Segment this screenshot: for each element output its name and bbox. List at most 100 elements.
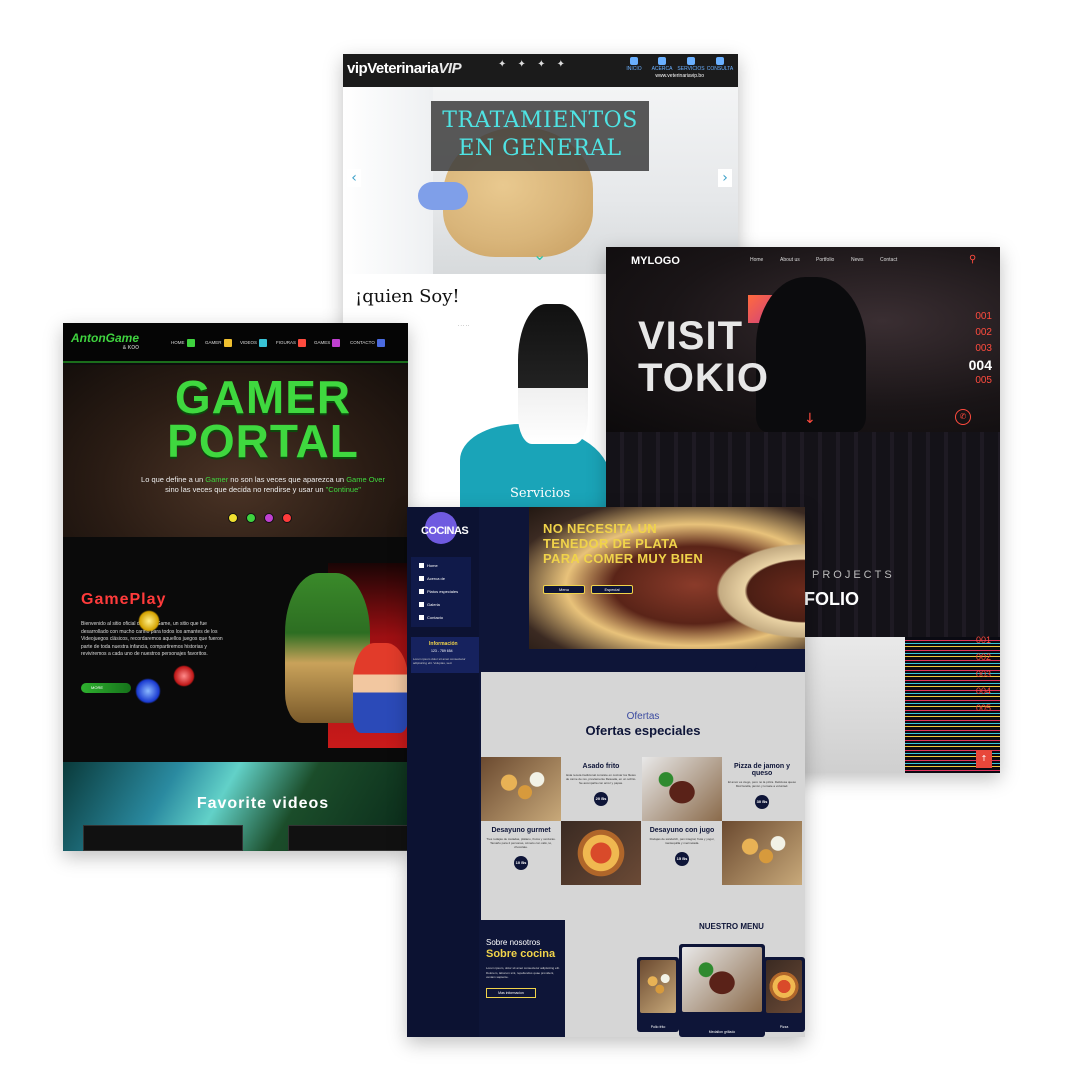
tokio-logo[interactable]: MYLOGO	[631, 255, 680, 267]
carousel-next-icon[interactable]: ›	[718, 169, 732, 187]
whatsapp-icon[interactable]: ✆	[955, 409, 971, 425]
dish-desc: Rodajas de sándwich, pan integral, fruta…	[649, 837, 715, 845]
gamer-nav-videos[interactable]: VIDEOS	[240, 339, 268, 347]
gamer-nav-games[interactable]: GAMES	[314, 339, 341, 347]
scroll-top-icon[interactable]: ↑	[976, 750, 992, 768]
chevron-down-icon[interactable]: ⌄	[533, 245, 546, 264]
hero-line: TENEDOR DE PLATA	[543, 536, 679, 551]
dish-card[interactable]: Desayuno con jugo Rodajas de sándwich, p…	[642, 821, 722, 885]
tokio-hero-title: VISIT TOKIO	[638, 315, 769, 399]
side-item-contacto[interactable]: Contacto	[419, 615, 443, 621]
offers-subtitle: Ofertas	[626, 711, 660, 722]
video-thumbnail[interactable]	[83, 825, 243, 851]
glove-image	[418, 182, 468, 210]
dish-price: 30 Bs	[755, 795, 769, 809]
gamer-title-line1: GAMER	[174, 371, 352, 423]
side-item-home[interactable]: Home	[419, 563, 438, 569]
cocinas-side-menu: Home Acerca de Platos especiales Galeria…	[411, 557, 471, 627]
menu-card-featured[interactable]: Medallon grillado	[679, 944, 765, 1037]
slide-number[interactable]: 001	[976, 632, 991, 649]
gamer-title-line2: PORTAL	[167, 415, 359, 467]
more-info-button[interactable]: Mas informacion	[486, 987, 536, 998]
gamer-navbar: AntonGame & KOO HOME GAMER VIDEOS FIGURAS…	[63, 323, 408, 363]
vet-nav-consulta[interactable]: CONSULTA	[706, 57, 734, 72]
arrow-down-icon[interactable]: ↓	[804, 411, 816, 427]
slide-number[interactable]: 002	[976, 649, 991, 666]
tokio-nav-home[interactable]: Home	[750, 257, 763, 263]
user-icon	[419, 576, 424, 582]
carousel-prev-icon[interactable]: ‹	[347, 169, 361, 187]
special-button[interactable]: Especial	[591, 585, 633, 594]
tokio-slide-indicator-2: 001 002 003 004 005	[976, 632, 991, 717]
side-item-platos[interactable]: Platos especiales	[419, 589, 458, 595]
tokio-nav-about[interactable]: About us	[780, 257, 800, 263]
dish-name: Asado frito	[582, 763, 620, 770]
vet-nav-acerca[interactable]: ACERCA	[648, 57, 676, 72]
tagline-highlight: "Continue"	[325, 485, 361, 494]
menu-button[interactable]: Menu	[543, 585, 585, 594]
gamer-logo[interactable]: AntonGame & KOO	[71, 331, 139, 351]
vet-nav-servicios[interactable]: SERVICIOS	[677, 57, 705, 72]
console-buttons	[228, 508, 300, 527]
circle-button-icon[interactable]	[228, 513, 238, 523]
tokio-nav-news[interactable]: News	[851, 257, 864, 263]
video-player-controls[interactable]	[288, 825, 408, 851]
food-image	[722, 821, 802, 885]
dish-desc: Esta receta tradicional consiste en coci…	[565, 773, 637, 785]
vet-nav-inicio[interactable]: INICIO	[620, 57, 648, 72]
slide-number[interactable]: 002	[969, 325, 992, 341]
slide-number-active[interactable]: 004	[969, 357, 992, 373]
dish-card[interactable]: Asado frito Esta receta tradicional cons…	[561, 757, 641, 821]
gamer-silhouette-image	[756, 277, 866, 432]
menu-card[interactable]: Pizza	[763, 957, 805, 1032]
side-item-galeria[interactable]: Galeria	[419, 602, 440, 608]
slide-number[interactable]: 004	[976, 683, 991, 700]
vet-services-label[interactable]: Servicios	[510, 486, 570, 501]
tokio-hero-line2: TOKIO	[638, 356, 769, 400]
building-icon	[658, 57, 666, 65]
slide-number[interactable]: 003	[976, 666, 991, 683]
figure-icon	[298, 339, 307, 347]
tokio-nav-contact[interactable]: Contact	[880, 257, 897, 263]
info-phone: 123 - 789 654	[431, 649, 453, 653]
gamer-nav-contacto[interactable]: CONTACTO	[350, 339, 385, 347]
cross-button-icon[interactable]	[282, 513, 292, 523]
gamepad-icon	[332, 339, 341, 347]
more-button[interactable]: MORE	[81, 683, 131, 693]
gamer-nav-figuras[interactable]: FIGURAS	[276, 339, 307, 347]
slide-number[interactable]: 005	[976, 700, 991, 717]
vet-logo-prefix: vip	[347, 60, 368, 77]
tokio-nav-portfolio[interactable]: Portfolio	[816, 257, 834, 263]
vet-url: www.veterinariavip.bo	[655, 73, 704, 79]
slide-number[interactable]: 005	[969, 373, 992, 389]
about-text: Lorem ipsum, dolor sit amet consectetur …	[486, 966, 560, 979]
gamer-nav-home[interactable]: HOME	[171, 339, 195, 347]
section-divider	[479, 649, 757, 672]
triangle-button-icon[interactable]	[264, 513, 274, 523]
square-button-icon[interactable]	[246, 513, 256, 523]
slide-number[interactable]: 003	[969, 341, 992, 357]
dish-card[interactable]: Pizza de jamon y queso El amor es ciego,…	[722, 757, 802, 821]
gamer-nav-label: GAMES	[314, 340, 331, 346]
vet-logo[interactable]: vipVeterinariaVIP	[347, 60, 462, 77]
search-icon[interactable]: ⚲	[969, 254, 976, 265]
cocinas-hero-title: NO NECESITA UN TENEDOR DE PLATA PARA COM…	[543, 521, 703, 566]
gamer-hero-title: GAMER PORTAL	[63, 371, 408, 467]
dish-card[interactable]: Desayuno gurmet Tres rodajas de tostadas…	[481, 821, 561, 885]
dish-price: 10 Bs	[514, 856, 528, 870]
puppy-image	[518, 304, 588, 444]
gamer-tagline: Lo que define a un Gamer no son las vece…	[108, 475, 408, 495]
slide-number[interactable]: 001	[969, 309, 992, 325]
menu-card[interactable]: Pollo frito	[637, 957, 679, 1032]
dish-price: 15 Bs	[675, 852, 689, 866]
cocinas-logo[interactable]: COCINAS	[417, 512, 469, 552]
side-item-label: Acerca de	[427, 576, 446, 581]
menu-title: NUESTRO MENU	[699, 922, 764, 931]
side-item-acerca[interactable]: Acerca de	[419, 576, 446, 582]
info-title: Información	[429, 641, 458, 647]
gamer-logo-sub: & KOO	[122, 345, 140, 351]
contact-icon	[376, 339, 385, 347]
gamer-nav-label: VIDEOS	[240, 340, 258, 346]
gamer-nav-gamer[interactable]: GAMER	[205, 339, 232, 347]
dish-name: Pizza de jamon y queso	[733, 763, 791, 777]
